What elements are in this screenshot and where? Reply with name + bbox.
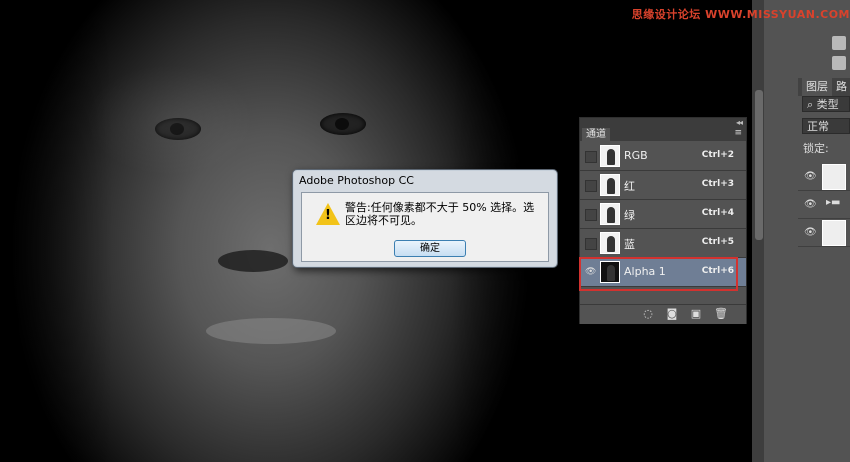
channel-thumbnail <box>600 145 620 167</box>
channel-shortcut: Ctrl+4 <box>701 208 734 218</box>
visibility-toggle[interactable] <box>585 238 597 250</box>
tool-icon[interactable] <box>832 56 846 70</box>
ok-button[interactable]: 确定 <box>394 240 466 257</box>
channel-thumbnail <box>600 232 620 254</box>
eye-icon[interactable]: 👁 <box>804 171 817 182</box>
layer-row[interactable]: 👁 <box>798 218 850 247</box>
channel-name: 红 <box>624 180 635 193</box>
warning-exclamation: ! <box>325 208 331 223</box>
channels-footer: ◌ ◙ ▣ 🗑 <box>580 304 746 324</box>
visibility-toggle[interactable] <box>585 180 597 192</box>
layer-row[interactable]: 👁 <box>798 162 850 191</box>
dialog-body: ! 警告:任何像素都不大于 50% 选择。选区边将不可见。 确定 <box>301 192 549 262</box>
channel-name: RGB <box>624 149 648 162</box>
search-icon: ⌕ <box>807 98 814 111</box>
layer-group-row[interactable]: 👁 ▸▬ <box>798 190 850 219</box>
save-selection-icon[interactable]: ◙ <box>666 308 678 320</box>
layer-thumbnail <box>822 220 846 246</box>
tab-layers[interactable]: 图层 <box>802 78 832 96</box>
delete-icon[interactable]: 🗑 <box>714 308 728 320</box>
channels-panel: ◂◂ 通道 ≡ RGB Ctrl+2 红 Ctrl+3 绿 Ctrl+4 蓝 C… <box>579 117 747 324</box>
channel-row-red[interactable]: 红 Ctrl+3 <box>580 171 746 200</box>
eye-icon[interactable]: 👁 <box>804 199 817 210</box>
channel-row-blue[interactable]: 蓝 Ctrl+5 <box>580 229 746 258</box>
warning-dialog: Adobe Photoshop CC ! 警告:任何像素都不大于 50% 选择。… <box>292 169 558 268</box>
layer-filter[interactable]: ⌕ 类型 <box>802 96 850 112</box>
load-selection-icon[interactable]: ◌ <box>642 308 654 320</box>
channel-row-green[interactable]: 绿 Ctrl+4 <box>580 200 746 229</box>
channel-row-rgb[interactable]: RGB Ctrl+2 <box>580 142 746 171</box>
eye-icon[interactable]: 👁 <box>804 227 817 238</box>
channel-name: 绿 <box>624 209 635 222</box>
channel-shortcut: Ctrl+3 <box>701 179 734 189</box>
channel-shortcut: Ctrl+2 <box>701 150 734 160</box>
visibility-toggle[interactable] <box>585 209 597 221</box>
lock-label: 锁定: <box>803 142 829 155</box>
tool-icon[interactable] <box>832 36 846 50</box>
layer-thumbnail <box>822 164 846 190</box>
channel-name: 蓝 <box>624 238 635 251</box>
watermark-site: 思缘设计论坛 <box>631 8 701 21</box>
canvas-scrollbar-thumb[interactable] <box>755 90 763 240</box>
channels-panel-header: ◂◂ 通道 ≡ <box>580 118 746 141</box>
channel-thumbnail <box>600 174 620 196</box>
folder-icon[interactable]: ▸▬ <box>826 197 840 208</box>
blend-mode-select[interactable]: 正常 <box>802 118 850 134</box>
menu-icon[interactable]: ≡ <box>734 128 742 138</box>
layers-tab-strip: 图层 路径 <box>798 78 850 111</box>
visibility-toggle[interactable] <box>585 151 597 163</box>
tab-channels[interactable]: 通道 <box>582 128 610 141</box>
dialog-title: Adobe Photoshop CC <box>299 174 414 187</box>
channel-thumbnail <box>600 203 620 225</box>
channel-shortcut: Ctrl+5 <box>701 237 734 247</box>
double-chevron-icon[interactable]: ◂◂ <box>736 118 743 127</box>
dialog-message: 警告:任何像素都不大于 50% 选择。选区边将不可见。 <box>345 201 535 227</box>
watermark-url: WWW.MISSYUAN.COM <box>705 8 850 21</box>
new-channel-icon[interactable]: ▣ <box>690 308 702 320</box>
layer-filter-label: 类型 <box>816 98 839 111</box>
alpha-highlight-box <box>579 257 738 291</box>
watermark: 思缘设计论坛 WWW.MISSYUAN.COM <box>632 6 850 22</box>
tab-paths[interactable]: 路径 <box>832 78 850 111</box>
